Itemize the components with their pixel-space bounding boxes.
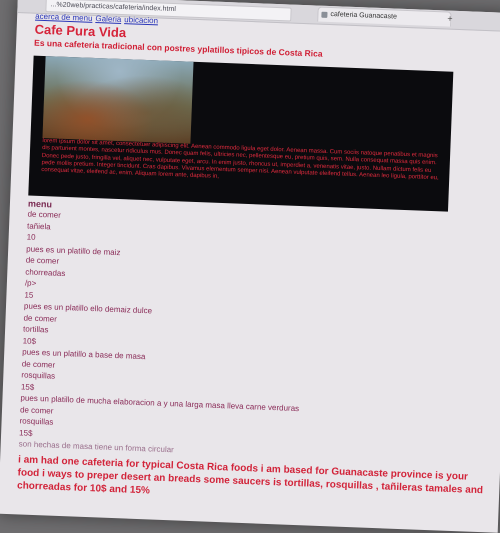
tab-title: cafeteria Guanacaste <box>330 11 398 21</box>
page-content: acerca de menu Galeria ubicacion Cafe Pura… <box>17 12 500 510</box>
nav-link-ubicacion[interactable]: ubicacion <box>124 15 158 25</box>
menu-section: menu de comer tañiela 10 pues es un platill… <box>19 199 498 468</box>
nav-link-galeria[interactable]: Galeria <box>95 14 121 24</box>
new-tab-button[interactable]: + <box>447 13 457 25</box>
menu-list: de comer tañiela 10 pues es un platillo de … <box>19 209 498 468</box>
hero-lorem-text: lorem ipsum dolor sit amet, consectetuer… <box>41 138 439 182</box>
hero-section: lorem ipsum dolor sit amet, consectetuer… <box>28 55 454 212</box>
browser-screen: ...%20web/practicas/cafeteria/index.html… <box>0 0 500 533</box>
favicon-icon <box>321 11 328 18</box>
hero-painting <box>42 56 194 144</box>
